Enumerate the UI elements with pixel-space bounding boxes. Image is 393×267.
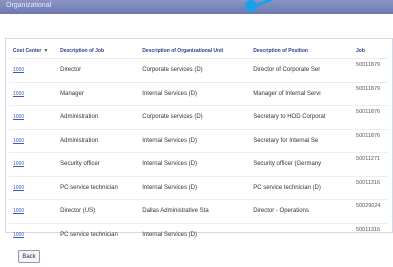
job-cell: 50029024: [352, 199, 389, 223]
job-description-cell: PC service technician: [56, 222, 139, 246]
col-header-org-unit[interactable]: Description of Organizational Unit: [138, 44, 249, 59]
position-cell: PC service technician (D): [249, 175, 353, 200]
org-unit-cell: Internal Services (D): [138, 128, 250, 153]
cost-center-link[interactable]: 1000: [13, 114, 24, 120]
window-title: Organizational: [6, 2, 52, 9]
job-description-cell: Director: [56, 58, 139, 82]
position-cell: Director - Operations: [249, 199, 353, 223]
position-cell: Manager of Internal Servi: [249, 81, 353, 106]
table-row: 1000 Administration Internal Services (D…: [9, 128, 389, 153]
position-cell: Security officer (Germany: [249, 152, 353, 176]
job-description-cell: Manager: [56, 81, 139, 106]
table-row: 1000 Director Corporate services (D) Dir…: [9, 58, 389, 82]
position-cell: Secretary to HOD Corporat: [249, 105, 353, 129]
job-cell: 50011316: [352, 222, 389, 246]
org-unit-cell: Corporate services (D): [138, 58, 250, 82]
table-row: 1000 Director (US) Dallas Administrative…: [9, 199, 389, 223]
results-table: Cost Center ▼ Description of Job Descript…: [9, 44, 389, 246]
window-titlebar: Organizational: [0, 0, 393, 14]
cost-center-link[interactable]: 1000: [13, 138, 24, 144]
job-description-cell: Administration: [56, 128, 139, 153]
org-unit-cell: Corporate services (D): [138, 105, 250, 129]
table-row: 1000 Manager Internal Services (D) Manag…: [9, 81, 389, 106]
job-description-cell: Administration: [56, 105, 139, 129]
col-header-job-description[interactable]: Description of Job: [56, 44, 138, 59]
job-cell: 50011316: [352, 175, 389, 200]
org-unit-cell: Internal Services (D): [138, 175, 250, 200]
table-row: 1000 Security officer Internal Services …: [9, 152, 389, 176]
table-row: 1000 PC service technician Internal Serv…: [9, 175, 389, 200]
org-unit-cell: Internal Services (D): [138, 152, 250, 176]
org-unit-cell: Internal Services (D): [138, 81, 250, 106]
table-header-row: Cost Center ▼ Description of Job Descript…: [9, 44, 389, 59]
job-cell: 50011876: [352, 128, 389, 153]
org-unit-cell: Dallas Administrative Sta: [138, 199, 250, 223]
cost-center-link[interactable]: 1000: [13, 67, 24, 73]
job-cell: 50011879: [352, 81, 389, 106]
org-unit-cell: Internal Services (D): [138, 222, 250, 246]
job-description-cell: Director (US): [56, 199, 139, 223]
position-cell: Director of Corporate Ser: [249, 58, 353, 82]
job-cell: 50011879: [352, 58, 389, 82]
position-cell: Secretary for Internal Se: [249, 128, 353, 153]
position-cell: [249, 222, 353, 246]
col-header-position[interactable]: Description of Position: [249, 44, 352, 59]
cost-center-link[interactable]: 1000: [13, 232, 24, 238]
job-description-cell: Security officer: [56, 152, 139, 176]
job-cell: 50011876: [352, 105, 389, 129]
job-cell: 50011271: [352, 152, 389, 176]
cost-center-link[interactable]: 1000: [13, 185, 24, 191]
back-button[interactable]: Back: [18, 250, 40, 263]
cost-center-link[interactable]: 1000: [13, 161, 24, 167]
cost-center-link[interactable]: 1000: [13, 208, 24, 214]
col-header-cost-center[interactable]: Cost Center ▼: [9, 44, 56, 59]
job-description-cell: PC service technician: [56, 175, 139, 200]
pointer-annotation-dot: [245, 0, 257, 12]
sort-descending-icon[interactable]: ▼: [43, 48, 48, 54]
cost-center-link[interactable]: 1000: [13, 91, 24, 97]
col-header-job[interactable]: Job: [352, 44, 389, 59]
table-row: 1000 PC service technician Internal Serv…: [9, 222, 389, 246]
table-row: 1000 Administration Corporate services (…: [9, 105, 389, 129]
